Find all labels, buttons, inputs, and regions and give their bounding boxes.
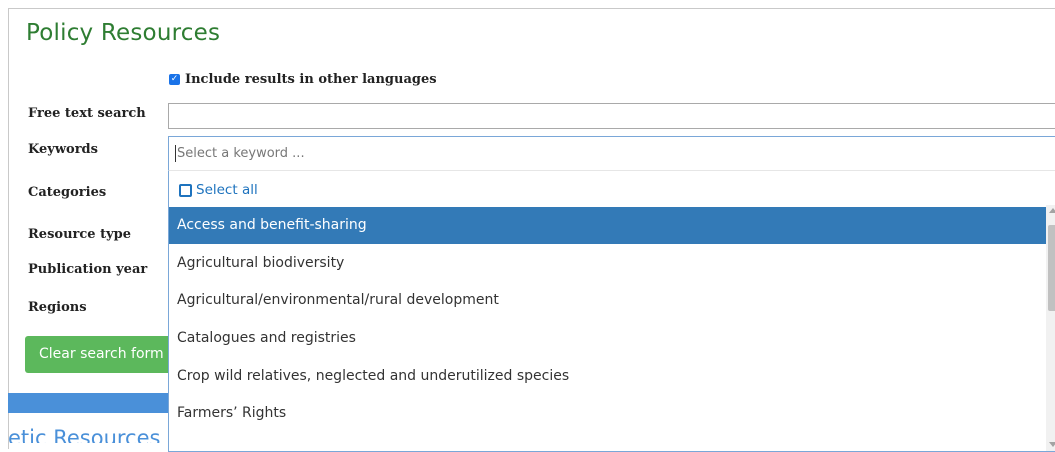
- select-all-label: Select all: [196, 182, 258, 198]
- resource-type-label: Resource type: [28, 227, 131, 242]
- checkbox-square-icon: [179, 183, 192, 197]
- scroll-down-arrow-icon[interactable]: [1049, 442, 1055, 447]
- page-title: Policy Resources: [26, 20, 221, 46]
- scroll-up-arrow-icon[interactable]: [1049, 208, 1055, 213]
- keyword-option[interactable]: Agricultural biodiversity: [169, 245, 1046, 282]
- include-other-languages-option[interactable]: ✓ Include results in other languages: [169, 72, 437, 87]
- keyword-option[interactable]: Agricultural/environmental/rural develop…: [169, 282, 1046, 319]
- keyword-search-input[interactable]: Select a keyword ...: [168, 136, 1055, 171]
- keyword-option[interactable]: Farmers’ Rights: [169, 395, 1046, 432]
- keyword-dropdown-list[interactable]: Select all Access and benefit-sharing Ag…: [168, 170, 1055, 452]
- text-caret: [175, 145, 176, 162]
- dropdown-scrollbar[interactable]: [1046, 205, 1055, 451]
- keyword-option[interactable]: Access and benefit-sharing: [169, 207, 1046, 244]
- categories-label: Categories: [28, 185, 107, 200]
- keyword-placeholder: Select a keyword ...: [177, 146, 305, 161]
- regions-label: Regions: [28, 300, 87, 315]
- keyword-option[interactable]: Catalogues and registries: [169, 320, 1046, 357]
- include-languages-checkbox[interactable]: ✓: [169, 74, 180, 85]
- keywords-label: Keywords: [28, 142, 98, 157]
- include-languages-label: Include results in other languages: [185, 72, 437, 87]
- keyword-option[interactable]: Crop wild relatives, neglected and under…: [169, 358, 1046, 395]
- results-header-bar: [8, 393, 188, 413]
- section-heading-partial: etic Resources: [8, 426, 161, 443]
- select-all-option[interactable]: Select all: [179, 182, 258, 198]
- scrollbar-thumb[interactable]: [1048, 225, 1055, 311]
- publication-year-label: Publication year: [28, 262, 148, 277]
- free-text-label: Free text search: [28, 106, 146, 121]
- free-text-search-input[interactable]: [168, 103, 1055, 129]
